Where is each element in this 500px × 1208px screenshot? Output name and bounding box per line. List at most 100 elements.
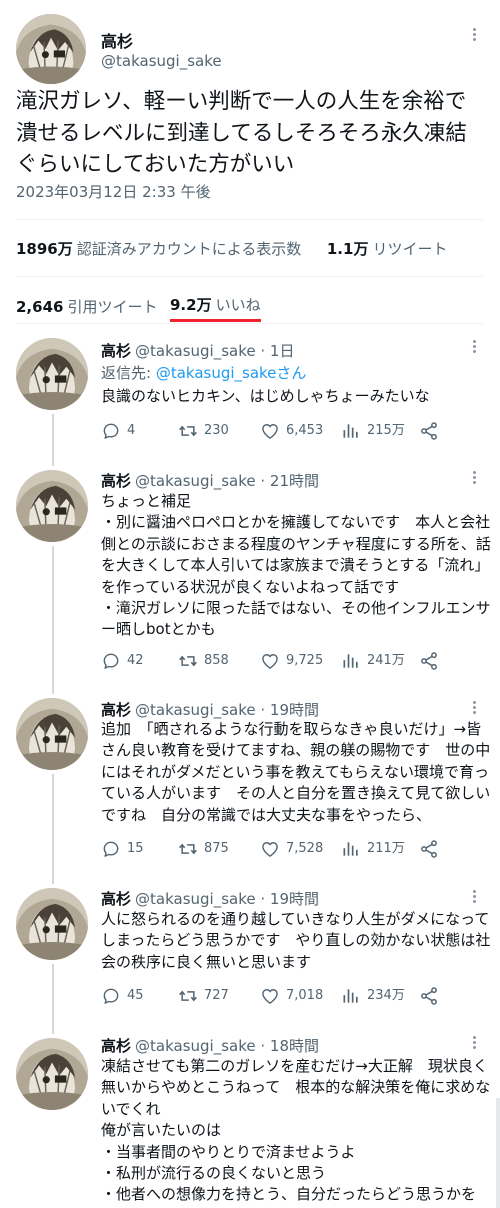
views-count: 1896万 <box>16 240 73 258</box>
reply-actions: 45 727 7,018 234万 <box>101 985 461 1007</box>
views-count: 234万 <box>367 988 405 1003</box>
views-button[interactable]: 241万 <box>341 650 405 672</box>
reply-count: 42 <box>127 653 144 668</box>
reply-author-handle[interactable]: @takasugi_sake <box>135 342 256 360</box>
views-icon <box>341 651 361 671</box>
share-icon <box>419 421 439 441</box>
reply-author-name[interactable]: 高杉 <box>101 701 131 719</box>
reply-button[interactable]: 4 <box>101 420 135 442</box>
reply-author-handle[interactable]: @takasugi_sake <box>135 890 256 908</box>
reply-text: 追加 「晒されるような行動を取らなきゃ良いだけ」→皆 さん良い教育を受けてますね… <box>101 719 491 826</box>
retweet-icon <box>178 421 198 441</box>
reply-author-handle[interactable]: @takasugi_sake <box>135 472 256 490</box>
reply-author-name[interactable]: 高杉 <box>101 1037 131 1055</box>
reply-author-handle[interactable]: @takasugi_sake <box>135 1037 256 1055</box>
views-button[interactable]: 234万 <box>341 985 405 1007</box>
main-tweet-line: 潰せるレベルに到達してるしそろそろ永久凍結 <box>16 120 467 146</box>
retweet-count: 858 <box>204 653 229 668</box>
share-button[interactable] <box>419 838 439 860</box>
reply-to-mention[interactable]: @takasugi_sakeさん <box>156 364 307 382</box>
reply-author-name[interactable]: 高杉 <box>101 890 131 908</box>
reply-button[interactable]: 42 <box>101 650 144 672</box>
more-options-icon[interactable] <box>471 26 477 46</box>
main-author-avatar[interactable] <box>16 14 86 84</box>
quotes-stat[interactable]: 2,646 引用ツイート <box>16 296 157 317</box>
like-icon <box>260 421 280 441</box>
quotes-label: 引用ツイート <box>67 298 158 316</box>
reply-author-name[interactable]: 高杉 <box>101 342 131 360</box>
reply-text-line: を作っている状況が良くないよねって話です <box>101 577 400 596</box>
reply-time[interactable]: · 19時間 <box>260 701 319 719</box>
reply-icon <box>101 986 121 1006</box>
reply-text-line: さん良い教育を受けてますね、親の躾の賜物です 世の中 <box>101 741 491 760</box>
reply-time[interactable]: · 1日 <box>260 342 294 360</box>
main-author-name[interactable]: 高杉 <box>101 28 133 52</box>
reply-text-line: 追加 「晒されるような行動を取らなきゃ良いだけ」→皆 <box>101 720 482 738</box>
reply-time[interactable]: · 19時間 <box>260 890 319 908</box>
reply-avatar[interactable] <box>16 338 88 410</box>
views-icon <box>341 986 361 1006</box>
reply-button[interactable]: 45 <box>101 985 144 1007</box>
reply-icon <box>101 651 121 671</box>
reply-to-line: 返信先: @takasugi_sakeさん <box>101 362 306 383</box>
more-options-icon[interactable] <box>471 699 477 719</box>
retweet-button[interactable]: 230 <box>178 420 229 442</box>
thread-connector <box>52 964 54 1034</box>
like-button[interactable]: 6,453 <box>260 420 323 442</box>
reply-time[interactable]: · 18時間 <box>260 1037 319 1055</box>
divider <box>16 323 484 324</box>
reply-avatar[interactable] <box>16 698 88 770</box>
retweet-button[interactable]: 727 <box>178 985 229 1007</box>
scrollbar[interactable] <box>496 1098 500 1208</box>
like-count: 6,453 <box>286 423 324 438</box>
retweet-button[interactable]: 875 <box>178 838 229 860</box>
reply-avatar[interactable] <box>16 470 88 542</box>
reply-actions: 4 230 6,453 215万 <box>101 420 461 442</box>
reply-text-line: ・別に醤油ペロペロとかを擁護してないです 本人と会社 <box>101 513 491 532</box>
like-button[interactable]: 9,725 <box>260 650 323 672</box>
views-button[interactable]: 215万 <box>341 420 405 442</box>
more-options-icon[interactable] <box>471 338 477 358</box>
reply-header: 高杉 @takasugi_sake · 19時間 <box>101 888 319 909</box>
more-options-icon[interactable] <box>471 1034 477 1054</box>
share-button[interactable] <box>419 650 439 672</box>
reply-text-line: にはそれがダメだという事を教えてもらえない環境で育っ <box>101 762 490 781</box>
more-options-icon[interactable] <box>471 888 477 908</box>
reply-text: ちょっと補足 ・別に醤油ペロペロとかを擁護してないです 本人と会社 側との示談に… <box>101 491 491 641</box>
thread-connector <box>52 414 54 466</box>
main-tweet-line: ぐらいにしておいた方がいい <box>16 152 295 177</box>
share-icon <box>419 839 439 859</box>
likes-stat[interactable]: 9.2万 いいね <box>170 294 261 322</box>
share-button[interactable] <box>419 420 439 442</box>
reply-avatar[interactable] <box>16 888 88 960</box>
reply-text-line: 会の秩序に良く無いと思います <box>101 952 312 971</box>
reply-button[interactable]: 15 <box>101 838 144 860</box>
reply-author-handle[interactable]: @takasugi_sake <box>135 701 256 719</box>
main-tweet-text: 滝沢ガレソ、軽ーい判断で一人の人生を余裕で 潰せるレベルに到達してるしそろそろ永… <box>16 86 488 181</box>
reply-text-line: ・当事者間のやりとりで済ませようよ <box>101 1142 356 1161</box>
reply-text: 凍結させても第二のガレソを産むだけ→大正解 現状良く 無いからやめとこうねって … <box>101 1056 490 1206</box>
main-author-handle[interactable]: @takasugi_sake <box>101 52 222 70</box>
retweet-button[interactable]: 858 <box>178 650 229 672</box>
reply-text-line: ですね 自分の常識では大丈夫な事をやったら、 <box>101 805 432 824</box>
reply-time[interactable]: · 21時間 <box>260 472 319 490</box>
like-count: 7,528 <box>286 841 324 856</box>
views-icon <box>341 421 361 441</box>
views-button[interactable]: 211万 <box>341 838 405 860</box>
reply-actions: 42 858 9,725 241万 <box>101 650 461 672</box>
share-button[interactable] <box>419 985 439 1007</box>
like-button[interactable]: 7,018 <box>260 985 323 1007</box>
reply-text-line: 良識のないヒカキン、はじめしゃちょーみたいな <box>101 387 430 405</box>
views-count: 215万 <box>367 423 405 438</box>
main-tweet-timestamp[interactable]: 2023年03月12日 2:33 午後 <box>16 181 211 202</box>
reply-text-line: ちょっと補足 <box>101 492 192 510</box>
like-button[interactable]: 7,528 <box>260 838 323 860</box>
more-options-icon[interactable] <box>471 469 477 489</box>
reply-text-line: 凍結させても第二のガレソを産むだけ→大正解 現状良く <box>101 1057 488 1075</box>
retweet-icon <box>178 651 198 671</box>
retweet-count: 875 <box>204 841 229 856</box>
reply-avatar[interactable] <box>16 1038 88 1110</box>
reply-text: 人に怒られるのを通り越していきなり人生がダメになって しまったらどう思うかです … <box>101 909 490 973</box>
reply-author-name[interactable]: 高杉 <box>101 472 131 490</box>
retweets-stat[interactable]: 1.1万 リツイート <box>327 240 448 258</box>
